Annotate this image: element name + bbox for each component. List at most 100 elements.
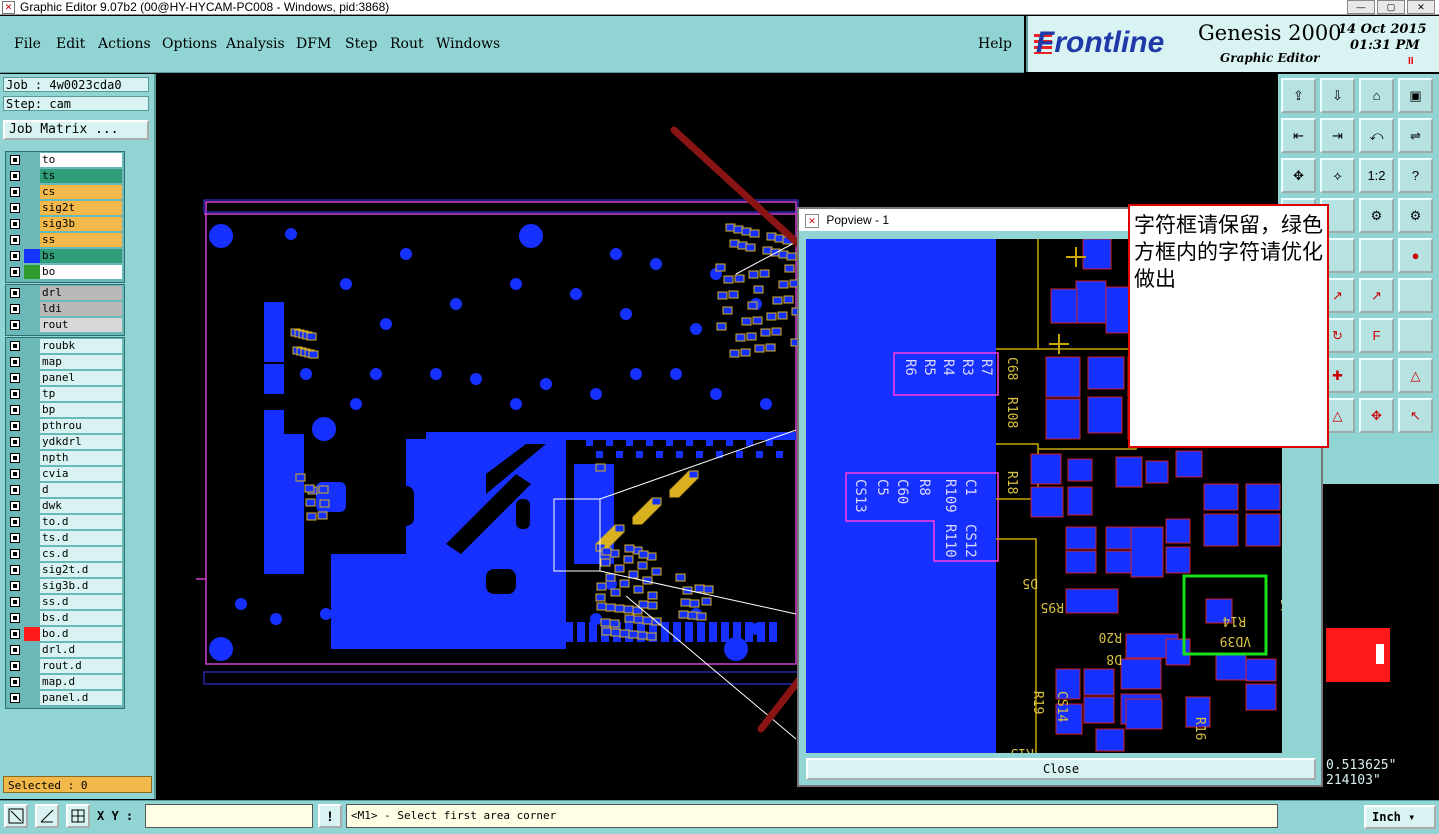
layer-row-bo[interactable]: bo xyxy=(6,264,124,280)
layer-checkbox[interactable] xyxy=(10,565,20,575)
layer-checkbox[interactable] xyxy=(10,533,20,543)
layer-checkbox[interactable] xyxy=(10,304,20,314)
layer-checkbox[interactable] xyxy=(10,421,20,431)
menu-edit[interactable]: Edit xyxy=(56,36,85,52)
config2-icon[interactable]: ⚙ xyxy=(1398,198,1433,233)
menu-windows[interactable]: Windows xyxy=(436,36,500,52)
xy-input[interactable] xyxy=(145,804,313,828)
layer-row-roubk[interactable]: roubk xyxy=(6,338,124,354)
layer-checkbox[interactable] xyxy=(10,251,20,261)
menu-file[interactable]: File xyxy=(14,36,41,52)
blank-icon[interactable] xyxy=(1398,318,1433,353)
layer-row-ss-d[interactable]: ss.d xyxy=(6,594,124,610)
layer-checkbox[interactable] xyxy=(10,693,20,703)
layer-row-ts-d[interactable]: ts.d xyxy=(6,530,124,546)
popview-close-button[interactable]: Close xyxy=(806,758,1316,780)
layer-checkbox[interactable] xyxy=(10,405,20,415)
layer-checkbox[interactable] xyxy=(10,320,20,330)
menu-rout[interactable]: Rout xyxy=(390,36,424,52)
undo-icon[interactable]: ⤺ xyxy=(1359,118,1394,153)
layer-checkbox[interactable] xyxy=(10,645,20,655)
menu-options[interactable]: Options xyxy=(162,36,217,52)
layer-checkbox[interactable] xyxy=(10,235,20,245)
layer-checkbox[interactable] xyxy=(10,517,20,527)
layer-row-panel-d[interactable]: panel.d xyxy=(6,690,124,706)
layer-checkbox[interactable] xyxy=(10,501,20,511)
layer-row-pthrou[interactable]: pthrou xyxy=(6,418,124,434)
menu-analysis[interactable]: Analysis xyxy=(226,36,285,52)
probe2-icon[interactable]: ↗ xyxy=(1359,278,1394,313)
layer-checkbox[interactable] xyxy=(10,267,20,277)
zoom-window-icon[interactable] xyxy=(4,804,28,828)
layer-row-to-d[interactable]: to.d xyxy=(6,514,124,530)
layer-row-ts[interactable]: ts xyxy=(6,168,124,184)
layer-row-rout[interactable]: rout xyxy=(6,317,124,333)
layer-row-sig2t[interactable]: sig2t xyxy=(6,200,124,216)
layer-checkbox[interactable] xyxy=(10,171,20,181)
maximize-button[interactable]: ▢ xyxy=(1377,0,1405,14)
layer-checkbox[interactable] xyxy=(10,597,20,607)
blank-icon[interactable] xyxy=(1398,278,1433,313)
layer-row-d[interactable]: d xyxy=(6,482,124,498)
config-icon[interactable]: ⚙ xyxy=(1359,198,1394,233)
help-icon[interactable]: ? xyxy=(1398,158,1433,193)
next-icon[interactable]: ⇥ xyxy=(1320,118,1355,153)
layer-checkbox[interactable] xyxy=(10,453,20,463)
layer-row-bs[interactable]: bs xyxy=(6,248,124,264)
layer-checkbox[interactable] xyxy=(10,373,20,383)
layer-checkbox[interactable] xyxy=(10,288,20,298)
layer-checkbox[interactable] xyxy=(10,485,20,495)
blank-icon[interactable] xyxy=(1359,358,1394,393)
layer-row-map-d[interactable]: map.d xyxy=(6,674,124,690)
home-icon[interactable]: ⌂ xyxy=(1359,78,1394,113)
layer-checkbox[interactable] xyxy=(10,341,20,351)
layer-checkbox[interactable] xyxy=(10,155,20,165)
close-window-button[interactable]: ✕ xyxy=(1407,0,1435,14)
units-select[interactable]: Inch ▾ xyxy=(1364,805,1436,829)
layer-row-ldi[interactable]: ldi xyxy=(6,301,124,317)
save-icon[interactable]: ⇩ xyxy=(1320,78,1355,113)
layer-checkbox[interactable] xyxy=(10,203,20,213)
layer-row-sig3b-d[interactable]: sig3b.d xyxy=(6,578,124,594)
grid-icon[interactable] xyxy=(66,804,90,828)
scale-icon[interactable]: 1:2 xyxy=(1359,158,1394,193)
zoom-icon[interactable]: ✥ xyxy=(1359,398,1394,433)
layer-row-tp[interactable]: tp xyxy=(6,386,124,402)
layer-checkbox[interactable] xyxy=(10,629,20,639)
layer-row-drl-d[interactable]: drl.d xyxy=(6,642,124,658)
layer-row-bs-d[interactable]: bs.d xyxy=(6,610,124,626)
alert-icon[interactable]: ! xyxy=(318,804,342,828)
layer-checkbox[interactable] xyxy=(10,581,20,591)
menu-actions[interactable]: Actions xyxy=(98,36,151,52)
layer-row-cs[interactable]: cs xyxy=(6,184,124,200)
layer-checkbox[interactable] xyxy=(10,661,20,671)
layer-checkbox[interactable] xyxy=(10,357,20,367)
layer-row-ss[interactable]: ss xyxy=(6,232,124,248)
layer-row-sig3b[interactable]: sig3b xyxy=(6,216,124,232)
measure-icon[interactable] xyxy=(35,804,59,828)
layer-row-rout-d[interactable]: rout.d xyxy=(6,658,124,674)
menu-step[interactable]: Step xyxy=(345,36,377,52)
layer-checkbox[interactable] xyxy=(10,549,20,559)
swap-icon[interactable]: ⇌ xyxy=(1398,118,1433,153)
pointer-icon[interactable]: ↖ xyxy=(1398,398,1433,433)
layer-row-ydkdrl[interactable]: ydkdrl xyxy=(6,434,124,450)
triangle-icon[interactable]: △ xyxy=(1398,358,1433,393)
layer-row-drl[interactable]: drl xyxy=(6,285,124,301)
center-icon[interactable]: ⟡ xyxy=(1320,158,1355,193)
layer-row-bo-d[interactable]: bo.d xyxy=(6,626,124,642)
font-icon[interactable]: F xyxy=(1359,318,1394,353)
window-icon[interactable]: ▣ xyxy=(1398,78,1433,113)
layer-row-npth[interactable]: npth xyxy=(6,450,124,466)
dot-icon[interactable]: ● xyxy=(1398,238,1433,273)
layer-row-map[interactable]: map xyxy=(6,354,124,370)
layer-checkbox[interactable] xyxy=(10,187,20,197)
layer-checkbox[interactable] xyxy=(10,389,20,399)
layer-row-panel[interactable]: panel xyxy=(6,370,124,386)
menu-dfm[interactable]: DFM xyxy=(296,36,331,52)
layer-row-sig2t-d[interactable]: sig2t.d xyxy=(6,562,124,578)
pan-icon[interactable]: ✥ xyxy=(1281,158,1316,193)
layer-row-cs-d[interactable]: cs.d xyxy=(6,546,124,562)
layer-row-dwk[interactable]: dwk xyxy=(6,498,124,514)
layer-row-to[interactable]: to xyxy=(6,152,124,168)
